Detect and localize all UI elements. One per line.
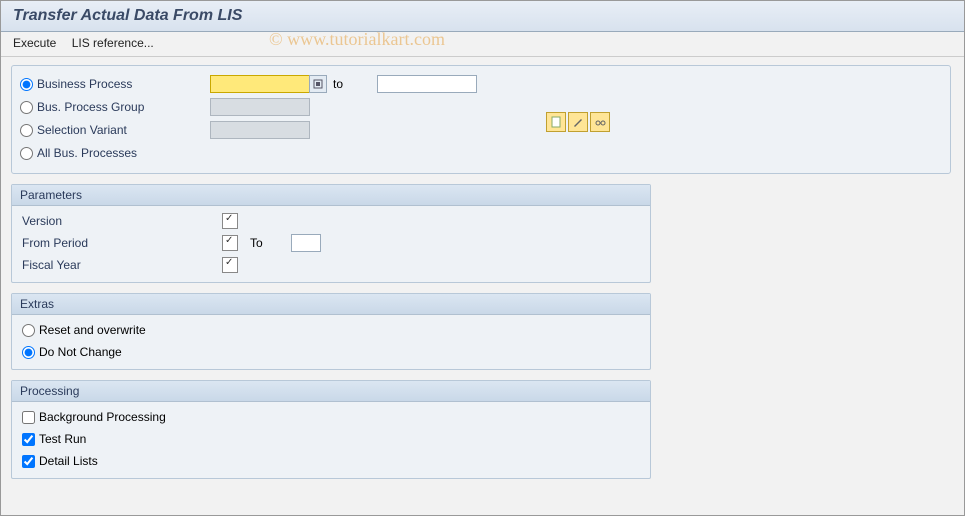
radio-do-not-change[interactable]: Do Not Change <box>22 345 122 359</box>
to-label: to <box>327 77 349 91</box>
title-bar: Transfer Actual Data From LIS <box>1 1 964 32</box>
checkbox-test-run-label: Test Run <box>39 432 86 446</box>
checkbox-detail-lists-label: Detail Lists <box>39 454 98 468</box>
business-process-to-input[interactable] <box>377 75 477 93</box>
radio-reset-overwrite[interactable]: Reset and overwrite <box>22 323 146 337</box>
selection-block: Business Process to Bus. Process Group S… <box>11 65 951 174</box>
version-label: Version <box>22 214 222 228</box>
radio-bus-process-group[interactable]: Bus. Process Group <box>20 100 210 114</box>
radio-bus-process-group-input[interactable] <box>20 101 33 114</box>
radio-do-not-change-label: Do Not Change <box>39 345 122 359</box>
pencil-icon <box>572 116 584 128</box>
radio-do-not-change-input[interactable] <box>22 346 35 359</box>
fiscal-year-label: Fiscal Year <box>22 258 222 272</box>
parameters-header: Parameters <box>12 185 650 206</box>
create-variant-button[interactable] <box>546 112 566 132</box>
fiscal-year-required-icon[interactable] <box>222 257 238 273</box>
period-to-input[interactable] <box>291 234 321 252</box>
checkbox-background-processing[interactable]: Background Processing <box>22 410 166 424</box>
radio-all-bus-processes[interactable]: All Bus. Processes <box>20 146 210 160</box>
selection-variant-input <box>210 121 310 139</box>
variant-icon-row <box>546 112 610 132</box>
execute-button[interactable]: Execute <box>13 36 56 50</box>
checkbox-background-processing-input[interactable] <box>22 411 35 424</box>
processing-group: Processing Background Processing Test Ru… <box>11 380 651 479</box>
search-help-icon <box>313 79 323 89</box>
checkbox-test-run[interactable]: Test Run <box>22 432 86 446</box>
bus-process-group-input <box>210 98 310 116</box>
parameters-group: Parameters Version From Period To Fiscal… <box>11 184 651 283</box>
radio-reset-overwrite-label: Reset and overwrite <box>39 323 146 337</box>
checkbox-background-processing-label: Background Processing <box>39 410 166 424</box>
radio-selection-variant-label: Selection Variant <box>37 123 127 137</box>
version-required-icon[interactable] <box>222 213 238 229</box>
lis-reference-button[interactable]: LIS reference... <box>72 36 154 50</box>
radio-selection-variant-input[interactable] <box>20 124 33 137</box>
page-title: Transfer Actual Data From LIS <box>13 7 242 24</box>
content-area: Business Process to Bus. Process Group S… <box>1 57 964 497</box>
f4-help-button[interactable] <box>309 75 327 93</box>
radio-reset-overwrite-input[interactable] <box>22 324 35 337</box>
radio-business-process-input[interactable] <box>20 78 33 91</box>
edit-variant-button[interactable] <box>568 112 588 132</box>
from-period-label: From Period <box>22 236 222 250</box>
period-to-label: To <box>250 236 263 250</box>
toolbar: Execute LIS reference... <box>1 32 964 57</box>
checkbox-detail-lists[interactable]: Detail Lists <box>22 454 98 468</box>
radio-all-bus-processes-input[interactable] <box>20 147 33 160</box>
extras-header: Extras <box>12 294 650 315</box>
radio-bus-process-group-label: Bus. Process Group <box>37 100 144 114</box>
document-icon <box>550 116 562 128</box>
radio-all-bus-processes-label: All Bus. Processes <box>37 146 137 160</box>
radio-business-process[interactable]: Business Process <box>20 77 210 91</box>
glasses-icon <box>594 116 606 128</box>
processing-header: Processing <box>12 381 650 402</box>
from-period-required-icon[interactable] <box>222 235 238 251</box>
display-variant-button[interactable] <box>590 112 610 132</box>
extras-group: Extras Reset and overwrite Do Not Change <box>11 293 651 370</box>
radio-selection-variant[interactable]: Selection Variant <box>20 123 210 137</box>
checkbox-test-run-input[interactable] <box>22 433 35 446</box>
checkbox-detail-lists-input[interactable] <box>22 455 35 468</box>
business-process-from-input[interactable] <box>210 75 310 93</box>
radio-business-process-label: Business Process <box>37 77 132 91</box>
